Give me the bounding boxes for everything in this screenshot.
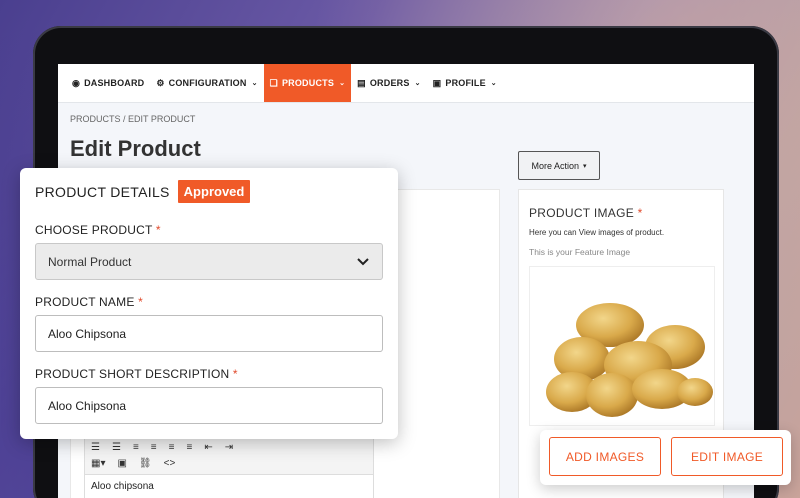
image-actions-card: ADD IMAGES EDIT IMAGE bbox=[540, 430, 791, 485]
chevron-down-icon bbox=[357, 257, 369, 265]
nav-label: ORDERS bbox=[369, 78, 410, 88]
page-title: Edit Product bbox=[70, 136, 201, 161]
nav-label: PRODUCTS bbox=[281, 78, 335, 88]
bullet-list-icon[interactable]: ☰ bbox=[91, 442, 100, 453]
required-mark: * bbox=[155, 223, 161, 237]
product-details-card: PRODUCT DETAILS Approved CHOOSE PRODUCT … bbox=[20, 168, 398, 439]
media-icon[interactable]: ▣ bbox=[117, 458, 126, 469]
orders-icon: ▤ bbox=[357, 77, 366, 88]
table-icon[interactable]: ▦▾ bbox=[91, 458, 105, 469]
product-details-header: PRODUCT DETAILS Approved bbox=[35, 180, 251, 203]
chevron-down-icon: ⌄ bbox=[490, 80, 497, 87]
caret-down-icon: ▾ bbox=[583, 162, 587, 170]
top-navigation: ◉ DASHBOARD ⚙ CONFIGURATION ⌄ ❏ PRODUCTS… bbox=[58, 64, 754, 103]
short-description-value: Aloo Chipsona bbox=[48, 398, 127, 413]
feature-image-label: This is your Feature Image bbox=[529, 247, 631, 257]
description-editor[interactable]: ☰ ☰ ≡ ≡ ≡ ≡ ⇤ ⇥ ▦▾ ▣ ⛓ <> Aloo chipsona bbox=[84, 434, 374, 498]
choose-product-select[interactable]: Normal Product bbox=[35, 243, 383, 280]
profile-icon: ▣ bbox=[432, 77, 442, 88]
edit-image-button[interactable]: EDIT IMAGE bbox=[671, 437, 783, 476]
nav-label: DASHBOARD bbox=[84, 78, 145, 88]
required-mark: * bbox=[637, 206, 643, 220]
align-justify-icon[interactable]: ≡ bbox=[186, 442, 192, 453]
product-image-title: PRODUCT IMAGE * bbox=[529, 206, 643, 220]
products-icon: ❏ bbox=[269, 77, 278, 88]
editor-content[interactable]: Aloo chipsona bbox=[85, 475, 373, 498]
choose-product-value: Normal Product bbox=[48, 254, 132, 269]
editor-toolbar: ☰ ☰ ≡ ≡ ≡ ≡ ⇤ ⇥ ▦▾ ▣ ⛓ <> bbox=[85, 435, 373, 475]
breadcrumb: PRODUCTS / EDIT PRODUCT bbox=[70, 114, 196, 124]
nav-item-products[interactable]: ❏ PRODUCTS ⌄ bbox=[263, 64, 352, 102]
chevron-down-icon: ⌄ bbox=[339, 80, 346, 87]
add-images-button[interactable]: ADD IMAGES bbox=[549, 437, 661, 476]
nav-item-configuration[interactable]: ⚙ CONFIGURATION ⌄ bbox=[150, 64, 263, 102]
short-description-input[interactable]: Aloo Chipsona bbox=[35, 387, 383, 424]
more-action-label: More Action bbox=[531, 160, 579, 171]
nav-item-dashboard[interactable]: ◉ DASHBOARD bbox=[66, 64, 150, 102]
product-name-label-text: PRODUCT NAME bbox=[35, 295, 135, 309]
chevron-down-icon: ⌄ bbox=[414, 80, 421, 87]
numbered-list-icon[interactable]: ☰ bbox=[112, 442, 121, 453]
outdent-icon[interactable]: ⇤ bbox=[204, 442, 212, 453]
code-icon[interactable]: <> bbox=[164, 458, 176, 469]
status-badge: Approved bbox=[177, 180, 251, 203]
indent-icon[interactable]: ⇥ bbox=[225, 442, 233, 453]
link-icon[interactable]: ⛓ bbox=[139, 458, 152, 469]
product-details-title: PRODUCT DETAILS bbox=[35, 183, 170, 200]
more-action-button[interactable]: More Action ▾ bbox=[518, 151, 600, 180]
feature-image[interactable] bbox=[529, 266, 715, 426]
choose-product-label: CHOOSE PRODUCT * bbox=[35, 223, 161, 237]
short-description-label-text: PRODUCT SHORT DESCRIPTION bbox=[35, 367, 230, 381]
chevron-down-icon: ⌄ bbox=[251, 80, 258, 87]
product-image-title-text: PRODUCT IMAGE bbox=[529, 206, 635, 220]
product-name-input[interactable]: Aloo Chipsona bbox=[35, 315, 383, 352]
product-name-value: Aloo Chipsona bbox=[48, 326, 127, 341]
choose-product-label-text: CHOOSE PRODUCT bbox=[35, 223, 153, 237]
short-description-label: PRODUCT SHORT DESCRIPTION * bbox=[35, 367, 238, 381]
nav-item-profile[interactable]: ▣ PROFILE ⌄ bbox=[427, 64, 503, 102]
dashboard-icon: ◉ bbox=[72, 77, 81, 88]
product-name-label: PRODUCT NAME * bbox=[35, 295, 143, 309]
gear-icon: ⚙ bbox=[156, 77, 165, 88]
align-center-icon[interactable]: ≡ bbox=[151, 442, 157, 453]
align-left-icon[interactable]: ≡ bbox=[133, 442, 139, 453]
nav-label: PROFILE bbox=[445, 78, 486, 88]
nav-item-orders[interactable]: ▤ ORDERS ⌄ bbox=[351, 64, 427, 102]
potatoes-image bbox=[546, 303, 713, 417]
required-mark: * bbox=[138, 295, 143, 309]
product-image-subtitle: Here you can View images of product. bbox=[529, 228, 665, 237]
required-mark: * bbox=[232, 367, 238, 381]
nav-label: CONFIGURATION bbox=[168, 78, 247, 88]
align-right-icon[interactable]: ≡ bbox=[169, 442, 175, 453]
